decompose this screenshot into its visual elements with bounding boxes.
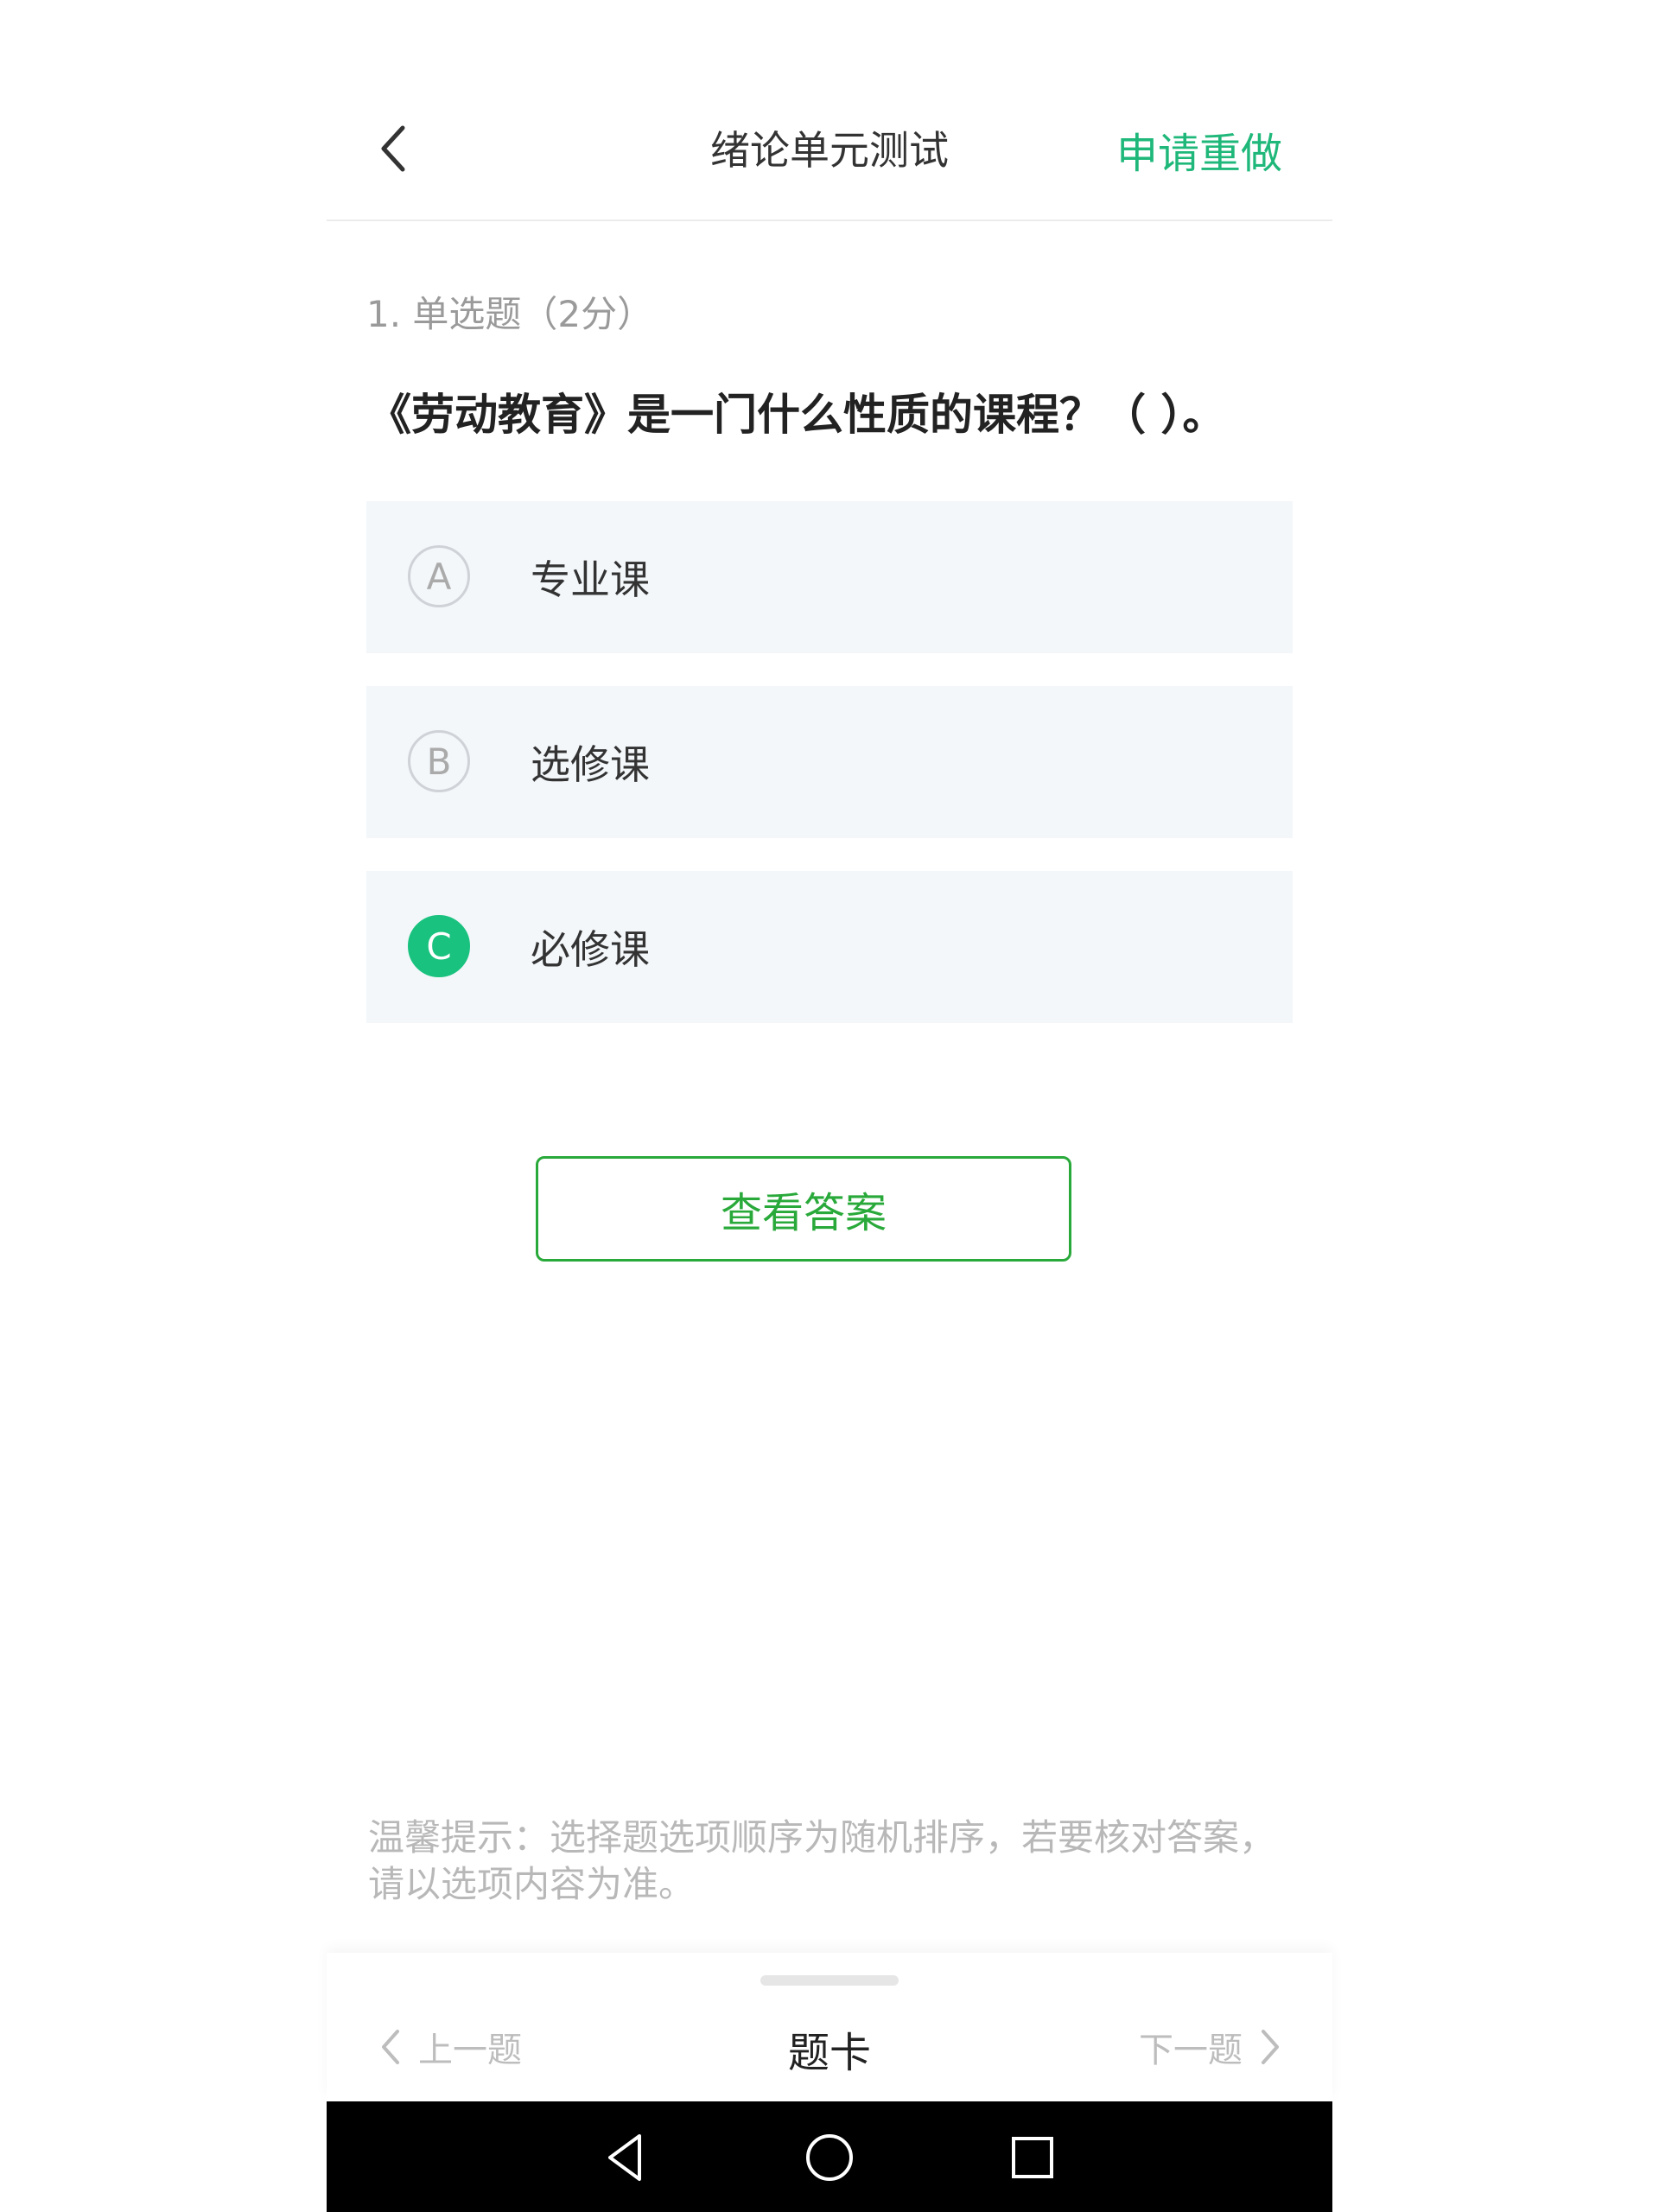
view-answer-button[interactable]: 查看答案 <box>536 1156 1071 1262</box>
square-recent-icon <box>1012 2137 1053 2178</box>
chevron-right-icon <box>1262 2030 1279 2064</box>
question-text: 《劳动教育》是一门什么性质的课程？（ ）。 <box>368 390 1226 440</box>
drag-handle[interactable] <box>760 1975 899 1986</box>
option-letter-circle: A <box>408 545 470 607</box>
bottom-nav-bar: 上一题 题卡 下一题 <box>327 1953 1332 2101</box>
option-label: 选修课 <box>531 741 650 788</box>
circle-home-icon <box>806 2134 853 2181</box>
triangle-back-icon <box>608 2134 641 2181</box>
option-a[interactable]: A 专业课 <box>366 501 1293 653</box>
options-list: A 专业课 B 选修课 C 必修课 <box>366 501 1293 1056</box>
option-letter-circle: B <box>408 730 470 792</box>
next-question-button[interactable]: 下一题 <box>1139 2022 1284 2072</box>
system-home-button[interactable] <box>799 2127 860 2188</box>
tip-text: 温馨提示：选择题选项顺序为随机排序，若要核对答案，请以选项内容为准。 <box>368 1816 1276 1905</box>
system-back-button[interactable] <box>596 2127 657 2188</box>
system-nav-bar <box>327 2101 1332 2212</box>
option-label: 必修课 <box>531 926 650 973</box>
option-letter-circle-selected: C <box>408 915 470 977</box>
redo-button[interactable]: 申请重做 <box>1116 119 1282 180</box>
option-label: 专业课 <box>531 556 650 603</box>
question-type-label: 1. 单选题（2分） <box>366 293 654 335</box>
header: 绪论单元测试 申请重做 <box>327 0 1332 221</box>
phone-screen: 绪论单元测试 申请重做 1. 单选题（2分） 《劳动教育》是一门什么性质的课程？… <box>327 0 1332 2212</box>
next-question-label: 下一题 <box>1139 2031 1243 2070</box>
system-recent-button[interactable] <box>1002 2127 1063 2188</box>
option-b[interactable]: B 选修课 <box>366 686 1293 838</box>
option-c[interactable]: C 必修课 <box>366 871 1293 1023</box>
